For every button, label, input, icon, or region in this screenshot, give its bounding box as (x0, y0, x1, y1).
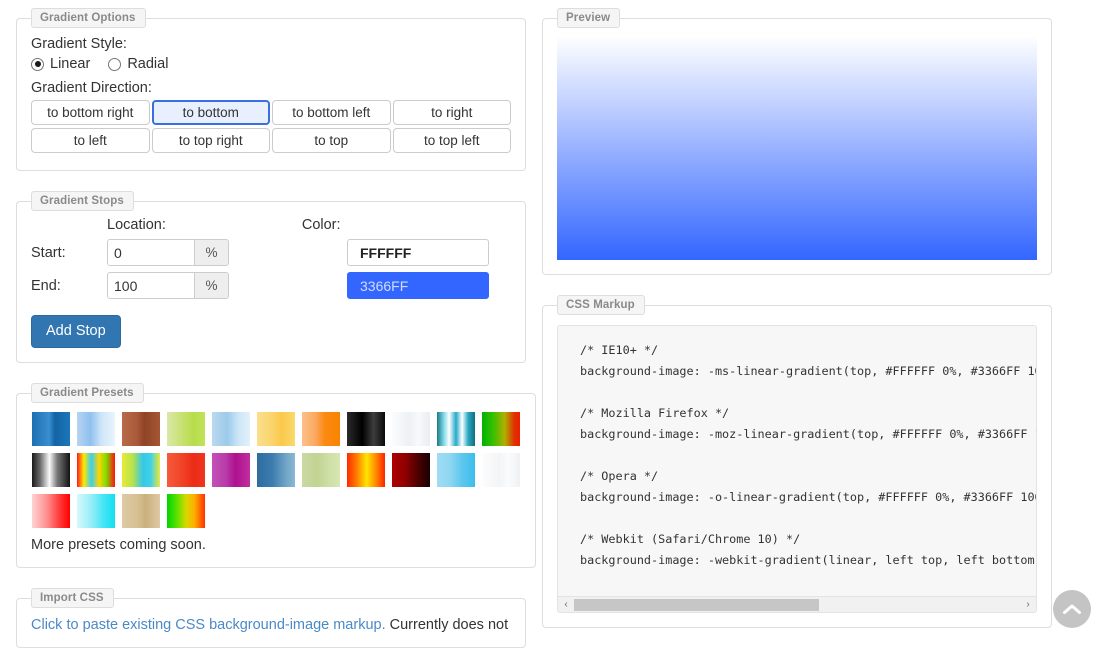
gradient-generator-page: Gradient Options Gradient Style: Linear … (0, 0, 1100, 657)
preset-swatch[interactable] (256, 452, 296, 488)
scrollbar-track[interactable] (574, 597, 1020, 613)
gradient-style-label: Gradient Style: (31, 36, 127, 52)
preset-swatch[interactable] (166, 452, 206, 488)
direction-button-to-right[interactable]: to right (392, 100, 511, 125)
presets-note: More presets coming soon. (31, 537, 206, 553)
gradient-style-radio-group: Linear Radial (31, 56, 511, 72)
stop-start-color-input[interactable]: FFFFFF (347, 239, 489, 266)
gradient-stop-row-end: End: % 3366FF (31, 272, 511, 299)
gradient-presets-panel: Gradient Presets More presets coming soo… (16, 383, 536, 568)
scroll-left-arrow-icon[interactable]: ‹ (558, 597, 574, 613)
preset-swatch[interactable] (166, 493, 206, 529)
gradient-preview-box (557, 36, 1037, 260)
preset-swatch[interactable] (301, 452, 341, 488)
import-css-link[interactable]: Click to paste existing CSS background-i… (31, 617, 386, 633)
import-css-panel: Import CSS Click to paste existing CSS b… (16, 588, 526, 648)
left-column: Gradient Options Gradient Style: Linear … (16, 8, 536, 657)
preset-swatch[interactable] (31, 411, 71, 447)
direction-button-to-top-left[interactable]: to top left (392, 128, 511, 153)
radio-radial-icon[interactable] (108, 57, 122, 71)
scrollbar-thumb[interactable] (574, 598, 820, 611)
direction-button-to-bottom-right[interactable]: to bottom right (31, 100, 150, 125)
direction-button-to-bottom[interactable]: to bottom (151, 100, 270, 125)
preset-row (31, 452, 521, 488)
preset-row (31, 411, 521, 447)
radio-linear-icon[interactable] (31, 57, 44, 71)
preset-swatch[interactable] (121, 493, 161, 529)
preset-swatch[interactable] (76, 411, 116, 447)
stop-start-location-group: % (107, 239, 229, 266)
preset-swatch[interactable] (481, 452, 521, 488)
direction-button-to-top[interactable]: to top (272, 128, 391, 153)
stop-start-label: Start: (31, 244, 66, 261)
preset-swatch[interactable] (31, 452, 71, 488)
css-markup-panel: CSS Markup /* IE10+ */ background-image:… (542, 295, 1052, 628)
stop-end-label: End: (31, 277, 61, 294)
stop-start-location-input[interactable] (108, 240, 194, 265)
scroll-right-arrow-icon[interactable]: › (1020, 597, 1036, 613)
preset-swatch[interactable] (391, 411, 431, 447)
gradient-direction-grid: to bottom right to bottom to bottom left… (31, 100, 511, 156)
import-css-body: Click to paste existing CSS background-i… (31, 608, 511, 633)
right-column: Preview CSS Markup /* IE10+ */ backgroun… (542, 8, 1052, 657)
preset-swatch[interactable] (436, 452, 476, 488)
preset-swatch[interactable] (481, 411, 521, 447)
radio-radial-label: Radial (127, 56, 169, 72)
css-markup-horizontal-scrollbar[interactable]: ‹ › (558, 596, 1036, 612)
radio-option-linear[interactable]: Linear (31, 56, 90, 72)
gradient-stops-panel: Gradient Stops Location: Color: Start: %… (16, 191, 526, 363)
preview-panel: Preview (542, 8, 1052, 275)
direction-button-to-top-right[interactable]: to top right (151, 128, 270, 153)
css-markup-scroll-area[interactable]: /* IE10+ */ background-image: -ms-linear… (558, 326, 1036, 596)
preview-legend: Preview (557, 8, 621, 28)
preset-swatch[interactable] (301, 411, 341, 447)
preset-swatch[interactable] (166, 411, 206, 447)
gradient-stop-row-start: Start: % FFFFFF (31, 239, 511, 266)
css-markup-code[interactable]: /* IE10+ */ background-image: -ms-linear… (580, 340, 1036, 596)
preset-swatch[interactable] (391, 452, 431, 488)
gradient-options-panel: Gradient Options Gradient Style: Linear … (16, 8, 526, 171)
stop-end-percent-addon: % (194, 273, 228, 298)
radio-linear-label: Linear (50, 56, 91, 72)
radio-option-radial[interactable]: Radial (108, 56, 168, 72)
direction-button-to-left[interactable]: to left (31, 128, 150, 153)
gradient-presets-legend: Gradient Presets (31, 383, 144, 403)
stop-end-location-group: % (107, 272, 229, 299)
chevron-up-icon (1062, 602, 1082, 616)
stop-start-percent-addon: % (194, 240, 228, 265)
preset-swatch[interactable] (76, 452, 116, 488)
preset-swatch[interactable] (76, 493, 116, 529)
css-markup-legend: CSS Markup (557, 295, 645, 315)
preset-swatch[interactable] (121, 411, 161, 447)
preset-swatch[interactable] (211, 411, 251, 447)
gradient-presets-grid (31, 411, 521, 529)
stop-end-color-input[interactable]: 3366FF (347, 272, 489, 299)
preset-swatch[interactable] (346, 452, 386, 488)
preset-swatch[interactable] (346, 411, 386, 447)
add-stop-button[interactable]: Add Stop (31, 315, 121, 348)
preset-swatch[interactable] (211, 452, 251, 488)
direction-button-to-bottom-left[interactable]: to bottom left (272, 100, 391, 125)
preset-swatch[interactable] (436, 411, 476, 447)
preset-row (31, 493, 521, 529)
location-column-header: Location: (107, 217, 166, 233)
preset-swatch[interactable] (256, 411, 296, 447)
stop-end-location-input[interactable] (108, 273, 194, 298)
preset-swatch[interactable] (31, 493, 71, 529)
preset-swatch[interactable] (121, 452, 161, 488)
css-markup-code-container: /* IE10+ */ background-image: -ms-linear… (557, 325, 1037, 613)
scroll-to-top-button[interactable] (1053, 590, 1091, 628)
gradient-stops-header-row: Location: Color: (31, 217, 511, 233)
gradient-stops-legend: Gradient Stops (31, 191, 134, 211)
color-column-header: Color: (301, 217, 341, 233)
import-css-note: Currently does not (385, 617, 509, 633)
gradient-direction-label: Gradient Direction: (31, 80, 152, 96)
gradient-options-legend: Gradient Options (31, 8, 146, 28)
import-css-legend: Import CSS (31, 588, 114, 608)
